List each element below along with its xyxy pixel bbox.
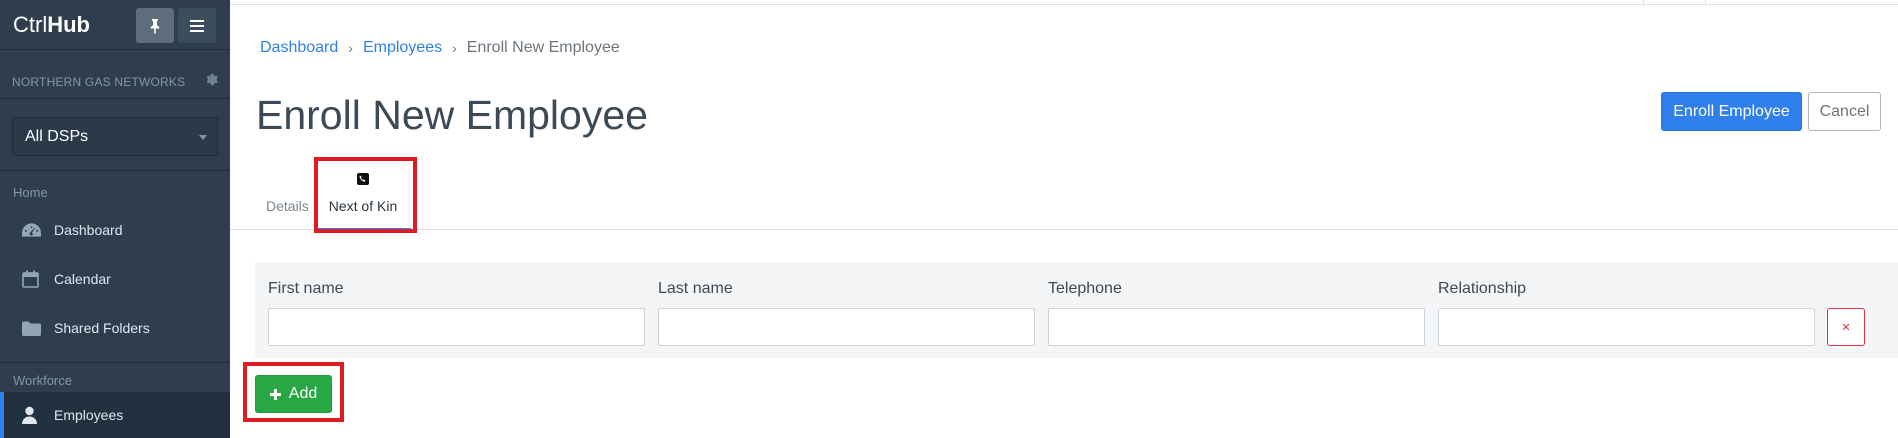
last-name-label: Last name <box>658 280 733 297</box>
pin-sidebar-button[interactable] <box>136 8 174 43</box>
breadcrumb: Dashboard › Employees › Enroll New Emplo… <box>260 39 620 57</box>
first-name-input[interactable] <box>268 308 645 346</box>
tab-details[interactable]: Details <box>266 198 309 214</box>
relationship-input[interactable] <box>1438 308 1815 346</box>
tabs-border <box>230 229 1898 230</box>
dashboard-icon <box>22 223 44 237</box>
sidebar-item-label: Calendar <box>54 271 111 287</box>
sidebar-divider <box>0 98 230 99</box>
sidebar-item-label: Shared Folders <box>54 320 150 336</box>
calendar-icon <box>22 270 44 288</box>
page-title: Enroll New Employee <box>256 92 648 138</box>
breadcrumb-link-dashboard[interactable]: Dashboard <box>260 39 338 57</box>
highlight-box-add <box>243 362 344 422</box>
section-label-workforce: Workforce <box>13 373 72 388</box>
dsp-select-value: All DSPs <box>25 128 89 145</box>
sidebar-item-label: Dashboard <box>54 222 123 238</box>
enroll-employee-button[interactable]: Enroll Employee <box>1661 92 1802 131</box>
first-name-label: First name <box>268 280 344 297</box>
sidebar-item-employees[interactable]: Employees <box>0 392 230 438</box>
topbar-divider <box>1705 0 1706 4</box>
last-name-input[interactable] <box>658 308 1035 346</box>
logo-text-bold: Hub <box>47 12 90 37</box>
main-content: Dashboard › Employees › Enroll New Emplo… <box>230 0 1898 422</box>
telephone-input[interactable] <box>1048 308 1425 346</box>
highlight-box-tab <box>314 157 417 233</box>
sidebar-divider <box>0 362 230 363</box>
breadcrumb-current: Enroll New Employee <box>466 39 620 56</box>
gear-icon[interactable] <box>205 73 218 91</box>
topbar-border <box>230 4 1898 5</box>
chevron-down-icon <box>199 135 207 140</box>
sidebar: CtrlHub NORTHERN GAS NETWORKS All DSPs H… <box>0 0 230 438</box>
sidebar-item-calendar[interactable]: Calendar <box>0 256 230 302</box>
close-icon: × <box>1841 318 1851 336</box>
topbar-divider <box>1643 0 1644 4</box>
app-logo[interactable]: CtrlHub <box>13 12 90 38</box>
sidebar-item-shared-folders[interactable]: Shared Folders <box>0 305 230 351</box>
user-icon <box>22 406 44 424</box>
breadcrumb-link-employees[interactable]: Employees <box>363 39 442 57</box>
chevron-right-icon: › <box>348 40 353 56</box>
hamburger-icon <box>190 19 204 32</box>
sidebar-divider <box>0 49 230 50</box>
pin-icon <box>150 18 160 34</box>
remove-row-button[interactable]: × <box>1827 308 1865 346</box>
sidebar-divider <box>0 170 230 171</box>
dsp-select[interactable]: All DSPs <box>12 117 218 156</box>
cancel-button[interactable]: Cancel <box>1808 92 1881 131</box>
relationship-label: Relationship <box>1438 280 1527 297</box>
folder-icon <box>22 321 44 336</box>
section-label-home: Home <box>13 185 48 200</box>
organization-name: NORTHERN GAS NETWORKS <box>12 75 186 89</box>
sidebar-item-label: Employees <box>54 407 124 423</box>
telephone-label: Telephone <box>1048 280 1122 297</box>
chevron-right-icon: › <box>452 40 457 56</box>
logo-text-light: Ctrl <box>13 12 48 37</box>
menu-toggle-button[interactable] <box>178 8 216 43</box>
sidebar-item-dashboard[interactable]: Dashboard <box>0 207 230 253</box>
